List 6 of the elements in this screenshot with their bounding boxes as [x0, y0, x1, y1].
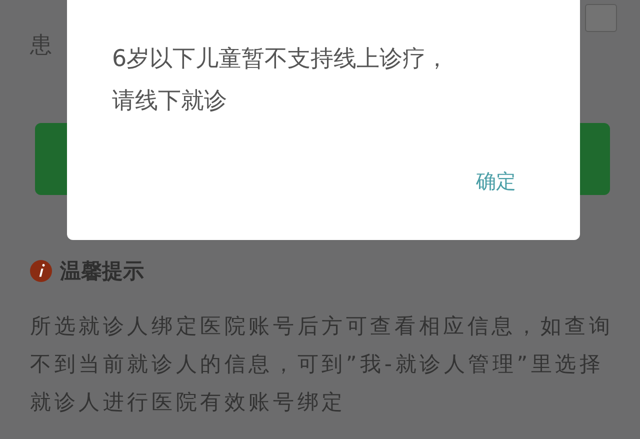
dialog-message: 6岁以下儿童暂不支持线上诊疗，请线下就诊 — [112, 45, 450, 116]
confirm-button[interactable]: 确定 — [474, 166, 518, 197]
input-field[interactable] — [585, 4, 617, 32]
info-icon — [30, 260, 52, 282]
tips-text: 所选就诊人绑定医院账号后方可查看相应信息，如查询不到当前就诊人的信息，可到”我-就诊人管理”里选择就诊人进行医院有效账号绑定 — [30, 313, 614, 416]
tips-title: 温馨提示 — [60, 258, 144, 285]
